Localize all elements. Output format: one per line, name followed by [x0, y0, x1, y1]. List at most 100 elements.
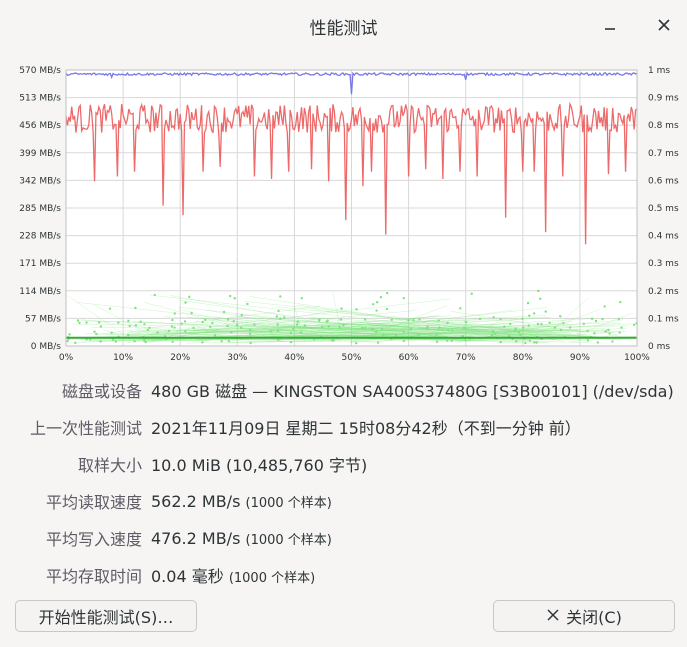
device-value: 480 GB 磁盘 — KINGSTON SA400S37480G [S3B00… [151, 382, 674, 401]
device-label: 磁盘或设备 [61, 382, 142, 401]
y-right-tick-label: 0.2 ms [648, 287, 679, 297]
access-time-point [201, 320, 204, 324]
benchmark-chart-svg: 0% 10% 20% 30% 40% 50% 60% 70% 80% 90% 100% 0 MB/s 5… [19, 66, 679, 363]
access-time-point [173, 326, 176, 329]
y-right-tick-label: 1 ms [648, 66, 670, 76]
avg-read-row: 平均读取速度 562.2 MB/s (1000 个样本) [0, 486, 687, 516]
access-time-point [402, 296, 405, 300]
access-time-point [409, 328, 412, 331]
y-left-tick-label: 114 MB/s [19, 287, 61, 297]
access-time-point [249, 328, 252, 332]
access-time-point [93, 330, 96, 333]
y-right-tick-label: 0.9 ms [648, 94, 679, 104]
access-time-point [370, 328, 374, 331]
access-time-point [437, 326, 441, 329]
access-time-point [291, 327, 295, 330]
access-time-point [139, 320, 142, 323]
start-benchmark-button[interactable]: 开始性能测试(S)… [15, 600, 197, 632]
avg-access-value-wrap: 0.04 毫秒 (1000 个样本) [151, 563, 315, 587]
access-time-point [209, 325, 212, 329]
access-time-point [66, 339, 69, 343]
x-tick-label: 20% [170, 353, 190, 363]
access-time-point [95, 332, 98, 336]
access-time-point [379, 295, 383, 299]
access-time-point [548, 321, 551, 325]
access-time-point [524, 341, 527, 345]
access-time-point [276, 323, 279, 326]
y-left-tick-label: 570 MB/s [19, 66, 61, 76]
close-button[interactable]: 关闭(C) [493, 600, 675, 632]
avg-read-value-wrap: 562.2 MB/s (1000 个样本) [151, 492, 332, 511]
access-time-point [380, 327, 384, 331]
access-time-point [418, 318, 421, 321]
access-time-point [339, 318, 343, 321]
x-tick-label: 50% [341, 353, 361, 363]
access-time-point [499, 340, 502, 344]
access-time-point [437, 319, 440, 322]
access-time-point [146, 328, 149, 332]
x-tick-label: 10% [113, 353, 133, 363]
access-time-point [114, 340, 117, 343]
access-time-point [582, 322, 586, 325]
access-time-point [590, 317, 594, 321]
minimize-icon[interactable] [597, 12, 623, 38]
access-time-point [117, 321, 120, 324]
access-time-point [459, 307, 462, 310]
access-time-point [540, 322, 543, 326]
access-time-point [190, 311, 193, 315]
start-benchmark-label: 开始性能测试(S)… [38, 608, 174, 627]
access-time-point [204, 318, 207, 321]
access-time-point [603, 305, 606, 308]
access-time-point [134, 306, 137, 310]
access-time-point [490, 333, 494, 337]
last-test-row: 上一次性能测试 2021年11月09日 星期二 15时08分42秒（不到一分钟 … [0, 412, 687, 442]
x-tick-label: 70% [456, 353, 476, 363]
access-time-point [586, 339, 590, 342]
benchmark-chart: 0% 10% 20% 30% 40% 50% 60% 70% 80% 90% 100% 0 MB/s 5… [0, 52, 687, 367]
access-time-point [148, 326, 151, 330]
access-time-point [318, 318, 321, 321]
access-time-point [364, 326, 367, 330]
x-tick-label: 80% [513, 353, 533, 363]
access-time-point [184, 301, 187, 304]
access-time-point [491, 329, 495, 333]
access-time-point [85, 321, 88, 324]
access-time-point [110, 331, 113, 334]
access-time-point [532, 312, 536, 315]
access-time-point [514, 327, 518, 330]
avg-access-row: 平均存取时间 0.04 毫秒 (1000 个样本) [0, 560, 687, 590]
y-left-tick-label: 342 MB/s [19, 176, 61, 186]
access-time-point [527, 324, 530, 327]
y-right-tick-label: 0.5 ms [648, 204, 679, 214]
close-icon[interactable] [651, 12, 677, 38]
access-time-point [167, 329, 171, 333]
access-time-point [594, 319, 598, 323]
access-time-point [108, 307, 112, 310]
avg-write-value-wrap: 476.2 MB/s (1000 个样本) [151, 529, 332, 548]
access-time-point [513, 329, 517, 332]
access-time-point [537, 289, 540, 293]
access-time-point [632, 323, 636, 326]
access-time-point [233, 297, 236, 300]
access-time-point [275, 315, 279, 318]
access-time-point [363, 318, 367, 321]
y-right-tick-label: 0.7 ms [648, 149, 679, 159]
sample-size-row: 取样大小 10.0 MiB (10,485,760 字节) [0, 449, 687, 479]
access-time-point [568, 326, 572, 329]
access-time-point [493, 332, 496, 336]
access-time-point [226, 318, 230, 321]
access-time-point [385, 307, 389, 311]
avg-read-label: 平均读取速度 [45, 493, 142, 512]
access-time-point [509, 322, 512, 326]
access-time-point [236, 323, 239, 326]
access-time-point [376, 341, 380, 344]
access-time-point [395, 334, 398, 337]
access-time-point [192, 326, 195, 330]
access-time-point [188, 295, 191, 299]
access-time-point [220, 340, 223, 343]
close-button-label: 关闭(C) [566, 608, 622, 627]
access-time-point [604, 330, 607, 333]
access-time-point [617, 317, 620, 321]
access-time-point [183, 320, 187, 323]
access-time-point [173, 312, 176, 315]
